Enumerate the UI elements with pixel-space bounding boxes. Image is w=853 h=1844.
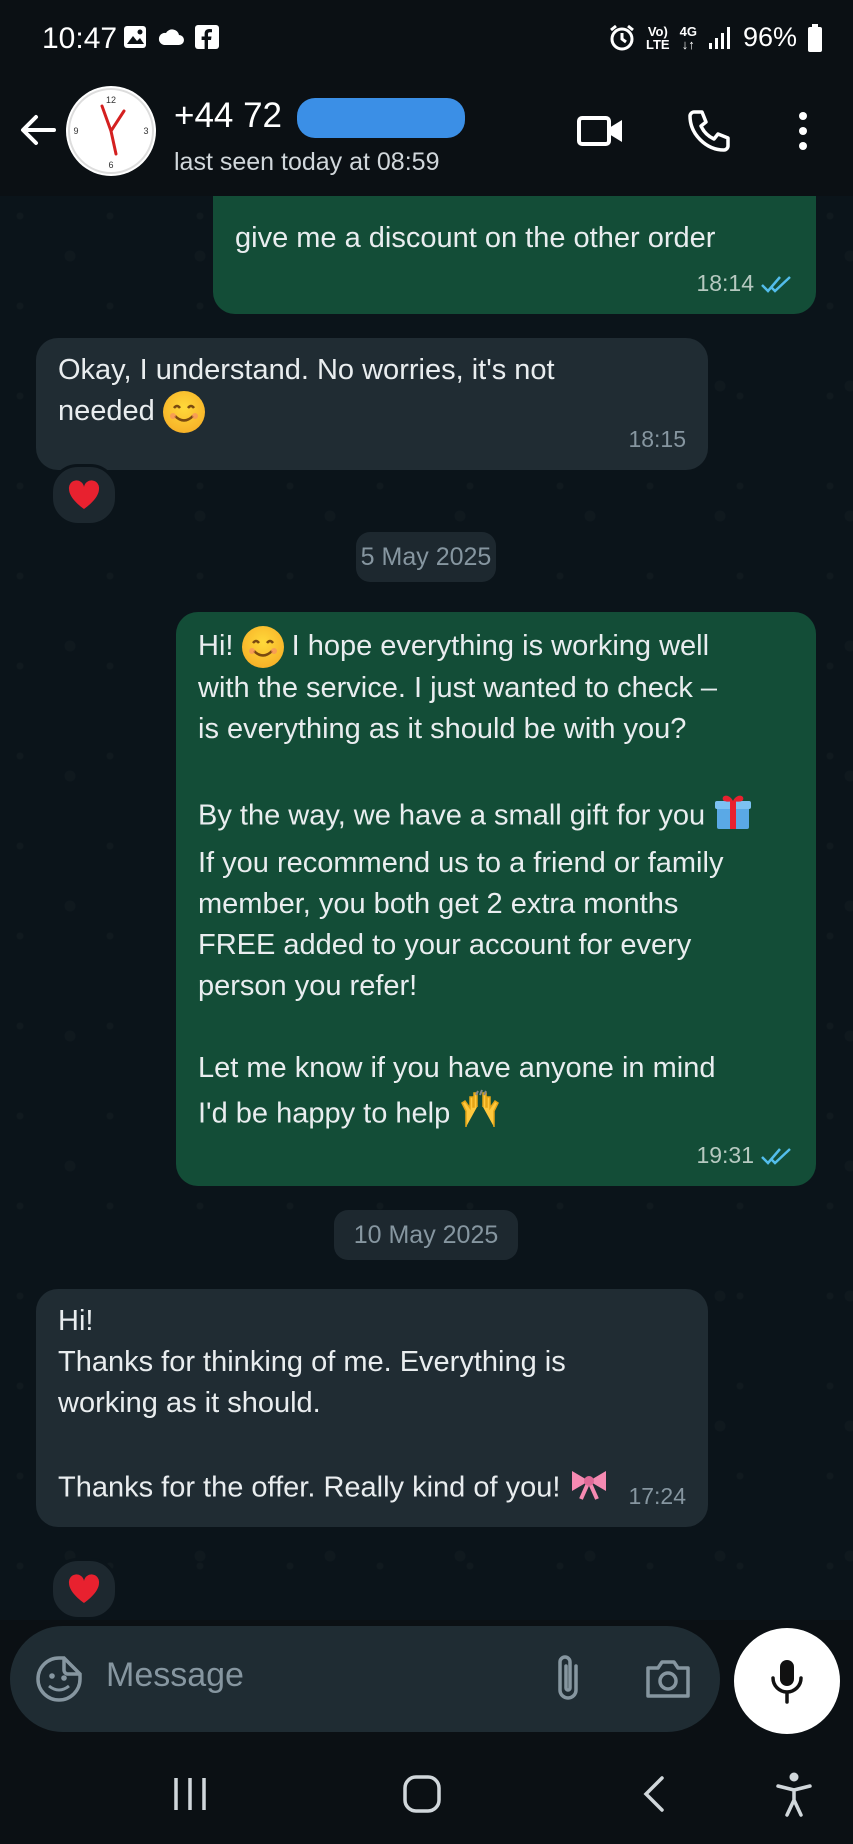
volte-indicator: Vo) LTE [646, 23, 670, 52]
svg-text:12: 12 [106, 95, 116, 105]
message-text: Hi! I hope everything is working well wi… [198, 626, 794, 1141]
back-arrow-icon[interactable] [16, 108, 60, 152]
message-time: 18:15 [628, 426, 686, 452]
reaction-badge[interactable] [50, 464, 118, 526]
read-receipt-icon [761, 275, 791, 293]
smiling-face-emoji [162, 391, 205, 434]
sticker-icon[interactable] [34, 1654, 84, 1704]
notification-icons [122, 24, 220, 50]
cloud-icon [158, 29, 184, 45]
accessibility-icon[interactable] [772, 1770, 816, 1818]
message-meta: 19:31 [696, 1135, 794, 1176]
status-bar: 10:47 Vo) LTE 4G ↓↑ 96% [0, 0, 853, 78]
last-seen-text: last seen today at 08:59 [174, 148, 440, 176]
status-time: 10:47 [42, 22, 118, 55]
voice-message-button[interactable] [734, 1628, 840, 1734]
smiling-face-emoji [241, 626, 284, 669]
read-receipt-icon [761, 1147, 791, 1165]
voice-call-icon[interactable] [684, 106, 734, 156]
battery-percent: 96% [742, 22, 797, 52]
message-time: 18:14 [696, 270, 754, 296]
system-status-icons: Vo) LTE 4G ↓↑ 96% [608, 22, 823, 53]
chat-area[interactable]: give me a discount on the other order 18… [0, 196, 853, 1620]
gift-emoji [713, 791, 753, 843]
ribbon-emoji [568, 1465, 610, 1513]
clock-avatar-icon: 12 3 6 9 [68, 88, 154, 174]
message-text: Hi! Thanks for thinking of me. Everythin… [58, 1301, 686, 1513]
svg-text:3: 3 [143, 126, 148, 136]
message-input[interactable]: Message [106, 1656, 244, 1695]
home-icon[interactable] [400, 1774, 444, 1814]
message-meta: 18:15 [628, 419, 686, 460]
redaction-mark [297, 98, 465, 138]
camera-icon[interactable] [644, 1656, 692, 1700]
message-text: Okay, I understand. No worries, it's not… [58, 350, 686, 434]
network-type: 4G ↓↑ [679, 23, 697, 52]
date-separator: 5 May 2025 [356, 532, 496, 582]
recent-apps-icon[interactable] [168, 1774, 212, 1814]
message-text: give me a discount on the other order [235, 222, 716, 254]
facebook-icon [195, 25, 219, 49]
chat-header: 12 3 6 9 +44 72 last seen today at 08:59 [0, 78, 853, 196]
signal-icon [708, 26, 730, 49]
gallery-icon [124, 26, 146, 48]
reaction-badge[interactable] [50, 1558, 118, 1620]
microphone-icon [771, 1660, 803, 1704]
battery-icon [808, 23, 822, 52]
alarm-icon [610, 24, 634, 50]
system-navigation-bar [0, 1740, 853, 1844]
message-bubble-incoming[interactable]: Hi! Thanks for thinking of me. Everythin… [36, 1289, 708, 1527]
message-time: 17:24 [628, 1483, 686, 1509]
message-meta: 17:24 [628, 1476, 686, 1517]
date-separator: 10 May 2025 [334, 1210, 518, 1260]
contact-name[interactable]: +44 72 [174, 96, 282, 136]
video-call-icon[interactable] [576, 106, 626, 156]
heart-icon [68, 1574, 100, 1603]
message-bubble-incoming[interactable]: Okay, I understand. No worries, it's not… [36, 338, 708, 470]
contact-avatar[interactable]: 12 3 6 9 [66, 86, 156, 176]
message-time: 19:31 [696, 1142, 754, 1168]
message-meta: 18:14 [696, 263, 794, 304]
svg-text:6: 6 [108, 160, 113, 170]
raising-hands-emoji [458, 1089, 502, 1141]
svg-text:9: 9 [73, 126, 78, 136]
message-bubble-outgoing[interactable]: give me a discount on the other order 18… [213, 196, 816, 314]
message-composer[interactable]: Message [10, 1626, 720, 1732]
message-bubble-outgoing[interactable]: Hi! I hope everything is working well wi… [176, 612, 816, 1186]
heart-icon [68, 480, 100, 509]
attach-icon[interactable] [550, 1652, 586, 1706]
back-nav-icon[interactable] [636, 1774, 672, 1814]
more-options-icon[interactable] [780, 106, 826, 156]
